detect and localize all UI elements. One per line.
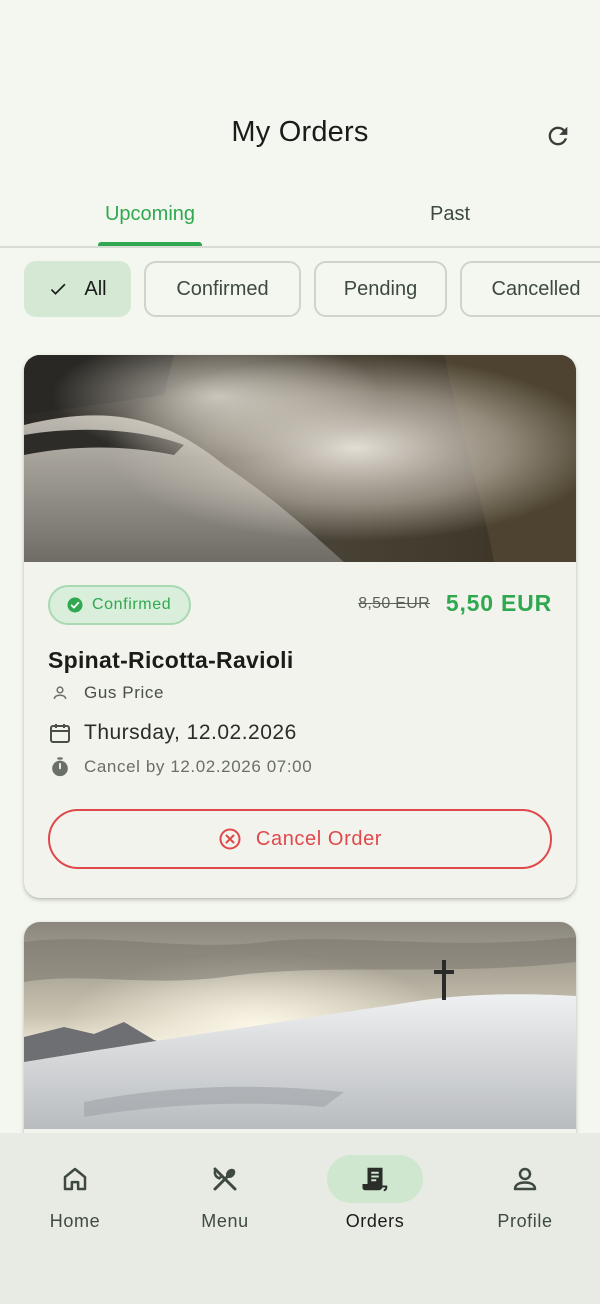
filter-chip-all[interactable]: All — [24, 261, 131, 317]
deadline-row: Cancel by 12.02.2026 07:00 — [48, 756, 312, 778]
order-date: Thursday, 12.02.2026 — [84, 721, 297, 744]
person-outline-icon — [48, 684, 72, 702]
nav-icon-container — [327, 1155, 423, 1203]
discounted-price: 5,50 EUR — [445, 590, 552, 616]
check-icon — [48, 279, 68, 299]
order-card[interactable] — [24, 922, 576, 1162]
person-icon — [510, 1164, 540, 1194]
filter-chip-label: Confirmed — [176, 277, 269, 300]
nav-label: Home — [49, 1211, 101, 1231]
cancel-order-button[interactable]: Cancel Order — [48, 809, 552, 869]
filter-chip-pending[interactable]: Pending — [314, 261, 447, 317]
nav-item-menu[interactable]: Menu — [150, 1155, 300, 1255]
nav-item-profile[interactable]: Profile — [450, 1155, 600, 1255]
status-badge: Confirmed — [48, 585, 192, 625]
filter-chip-cancelled[interactable]: Cancelled — [460, 261, 600, 317]
check-circle-icon — [66, 596, 84, 614]
tab-indicator — [98, 242, 202, 246]
order-tabs: Upcoming Past — [0, 182, 600, 248]
nav-icon-container — [177, 1155, 273, 1203]
cancel-deadline: Cancel by 12.02.2026 07:00 — [84, 757, 313, 776]
tab-past[interactable]: Past — [300, 182, 600, 246]
home-icon — [60, 1164, 90, 1194]
receipt-icon — [360, 1164, 390, 1194]
cook-row: Gus Price — [48, 683, 164, 703]
filter-chip-label: Pending — [343, 277, 418, 300]
dish-image — [24, 355, 576, 562]
refresh-icon — [544, 122, 572, 150]
nav-item-orders[interactable]: Orders — [300, 1155, 450, 1255]
filter-chip-label: Cancelled — [491, 277, 581, 300]
refresh-button[interactable] — [538, 116, 578, 156]
calendar-icon — [48, 721, 72, 745]
original-price: 8,50 EUR — [358, 595, 430, 612]
dish-name: Spinat-Ricotta-Ravioli — [48, 647, 294, 673]
app-bar: My Orders — [0, 92, 600, 180]
nav-label: Orders — [345, 1211, 405, 1231]
timer-icon — [48, 756, 72, 778]
status-label: Confirmed — [92, 596, 172, 613]
nav-label: Profile — [497, 1211, 553, 1231]
filter-chips: All Confirmed Pending Cancelled — [24, 261, 600, 319]
dish-image — [24, 922, 576, 1129]
nav-item-home[interactable]: Home — [0, 1155, 150, 1255]
nav-icon-container — [27, 1155, 123, 1203]
order-card[interactable]: Confirmed 8,50 EUR 5,50 EUR Spinat-Ricot… — [24, 355, 576, 898]
tab-upcoming[interactable]: Upcoming — [0, 182, 300, 246]
filter-chip-confirmed[interactable]: Confirmed — [144, 261, 301, 317]
nav-icon-container — [477, 1155, 573, 1203]
fork-spoon-icon — [210, 1164, 240, 1194]
bottom-navigation: Home Menu Orders Profile — [0, 1133, 600, 1304]
page-title: My Orders — [231, 116, 369, 148]
nav-label: Menu — [201, 1211, 249, 1231]
filter-chip-label: All — [84, 277, 107, 300]
cook-name: Gus Price — [84, 683, 165, 702]
cancel-circle-icon — [218, 827, 242, 851]
cancel-order-label: Cancel Order — [255, 827, 383, 850]
date-row: Thursday, 12.02.2026 — [48, 721, 297, 745]
